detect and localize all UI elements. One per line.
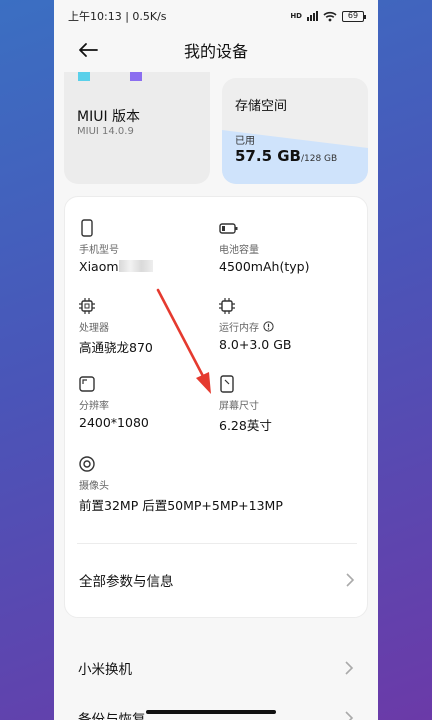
- wifi-icon: [323, 11, 337, 21]
- spec-screen: 屏幕尺寸 6.28英寸: [219, 375, 359, 434]
- memory-icon: [219, 298, 235, 314]
- blurred-redaction: [118, 260, 153, 272]
- screen-size-icon: [220, 375, 234, 393]
- storage-total: /128 GB: [300, 154, 338, 164]
- back-button[interactable]: [76, 38, 100, 62]
- menu-item-migrate[interactable]: 小米换机: [64, 646, 368, 690]
- battery-icon: 69: [342, 10, 366, 22]
- spec-ram-label-row: 运行内存: [219, 319, 359, 334]
- decor-square-cyan: [78, 72, 90, 81]
- spec-model-value-wrap: Xiaom: [79, 259, 219, 274]
- hd-label: HD: [290, 12, 302, 20]
- menu-item-backup[interactable]: 备份与恢复: [64, 696, 368, 720]
- battery-capacity-icon: [219, 223, 238, 234]
- spec-card: 手机型号 Xiaom 电池容量 4500mAh(typ) 处理器 高通骁龙870: [64, 196, 368, 618]
- spec-model: 手机型号 Xiaom: [79, 219, 219, 274]
- miui-version: MIUI 14.0.9: [77, 126, 134, 137]
- resolution-icon: [79, 376, 95, 392]
- miui-version-card[interactable]: MIUI 版本 MIUI 14.0.9: [64, 72, 210, 184]
- menu-item-label: 小米换机: [78, 662, 132, 678]
- spec-cpu-label: 处理器: [79, 323, 109, 334]
- home-indicator[interactable]: [146, 710, 276, 714]
- storage-usage-fill: [222, 130, 368, 184]
- spec-battery-label: 电池容量: [219, 245, 259, 256]
- storage-used-value: 57.5 GB/128 GB: [235, 147, 337, 165]
- phone-icon: [81, 219, 93, 237]
- title-bar: 我的设备: [54, 32, 378, 68]
- arrow-left-icon: [79, 43, 98, 57]
- spec-camera: 摄像头 前置32MP 后置50MP+5MP+13MP: [79, 455, 349, 514]
- chevron-right-icon: [345, 661, 354, 675]
- spec-camera-value: 前置32MP 后置50MP+5MP+13MP: [79, 498, 283, 513]
- page-title: 我的设备: [183, 42, 248, 61]
- spec-screen-label: 屏幕尺寸: [219, 401, 259, 412]
- spec-model-value: Xiaom: [79, 259, 119, 274]
- status-time-speed: 上午10:13 | 0.5K/s: [68, 10, 167, 23]
- spec-battery: 电池容量 4500mAh(typ): [219, 219, 359, 274]
- phone-screen: 上午10:13 | 0.5K/s HD 69 我的设备 MIUI 版本 MIUI…: [54, 0, 378, 720]
- spec-ram-label: 运行内存: [219, 323, 259, 334]
- storage-card[interactable]: 存储空间 已用 57.5 GB/128 GB: [222, 78, 368, 184]
- chevron-right-icon: [345, 711, 354, 720]
- camera-lens-icon: [79, 456, 95, 472]
- spec-resolution-value: 2400*1080: [79, 415, 149, 430]
- decor-square-purple: [130, 72, 142, 81]
- spec-resolution: 分辨率 2400*1080: [79, 375, 219, 430]
- all-params-label: 全部参数与信息: [79, 574, 174, 590]
- spec-resolution-label: 分辨率: [79, 401, 109, 412]
- miui-title: MIUI 版本: [77, 109, 141, 125]
- spec-screen-value: 6.28英寸: [219, 418, 272, 433]
- chevron-right-icon: [346, 573, 355, 587]
- status-icons: HD 69: [290, 10, 366, 22]
- info-icon[interactable]: [263, 321, 274, 332]
- spec-cpu-value: 高通骁龙870: [79, 340, 153, 355]
- spec-battery-value: 4500mAh(typ): [219, 259, 310, 274]
- signal-icon: [307, 11, 318, 21]
- divider: [77, 543, 357, 544]
- chip-icon: [79, 298, 95, 314]
- spec-ram-value: 8.0+3.0 GB: [219, 337, 292, 352]
- spec-model-label: 手机型号: [79, 245, 119, 256]
- storage-title: 存储空间: [235, 99, 288, 114]
- spec-ram: 运行内存 8.0+3.0 GB: [219, 297, 359, 352]
- battery-level: 69: [347, 11, 359, 20]
- all-params-row[interactable]: 全部参数与信息: [65, 557, 369, 603]
- spec-cpu: 处理器 高通骁龙870: [79, 297, 219, 356]
- status-bar: 上午10:13 | 0.5K/s HD 69: [54, 0, 378, 32]
- storage-used-label: 已用: [235, 136, 255, 147]
- storage-used-amount: 57.5 GB: [235, 147, 301, 165]
- spec-camera-label: 摄像头: [79, 481, 109, 492]
